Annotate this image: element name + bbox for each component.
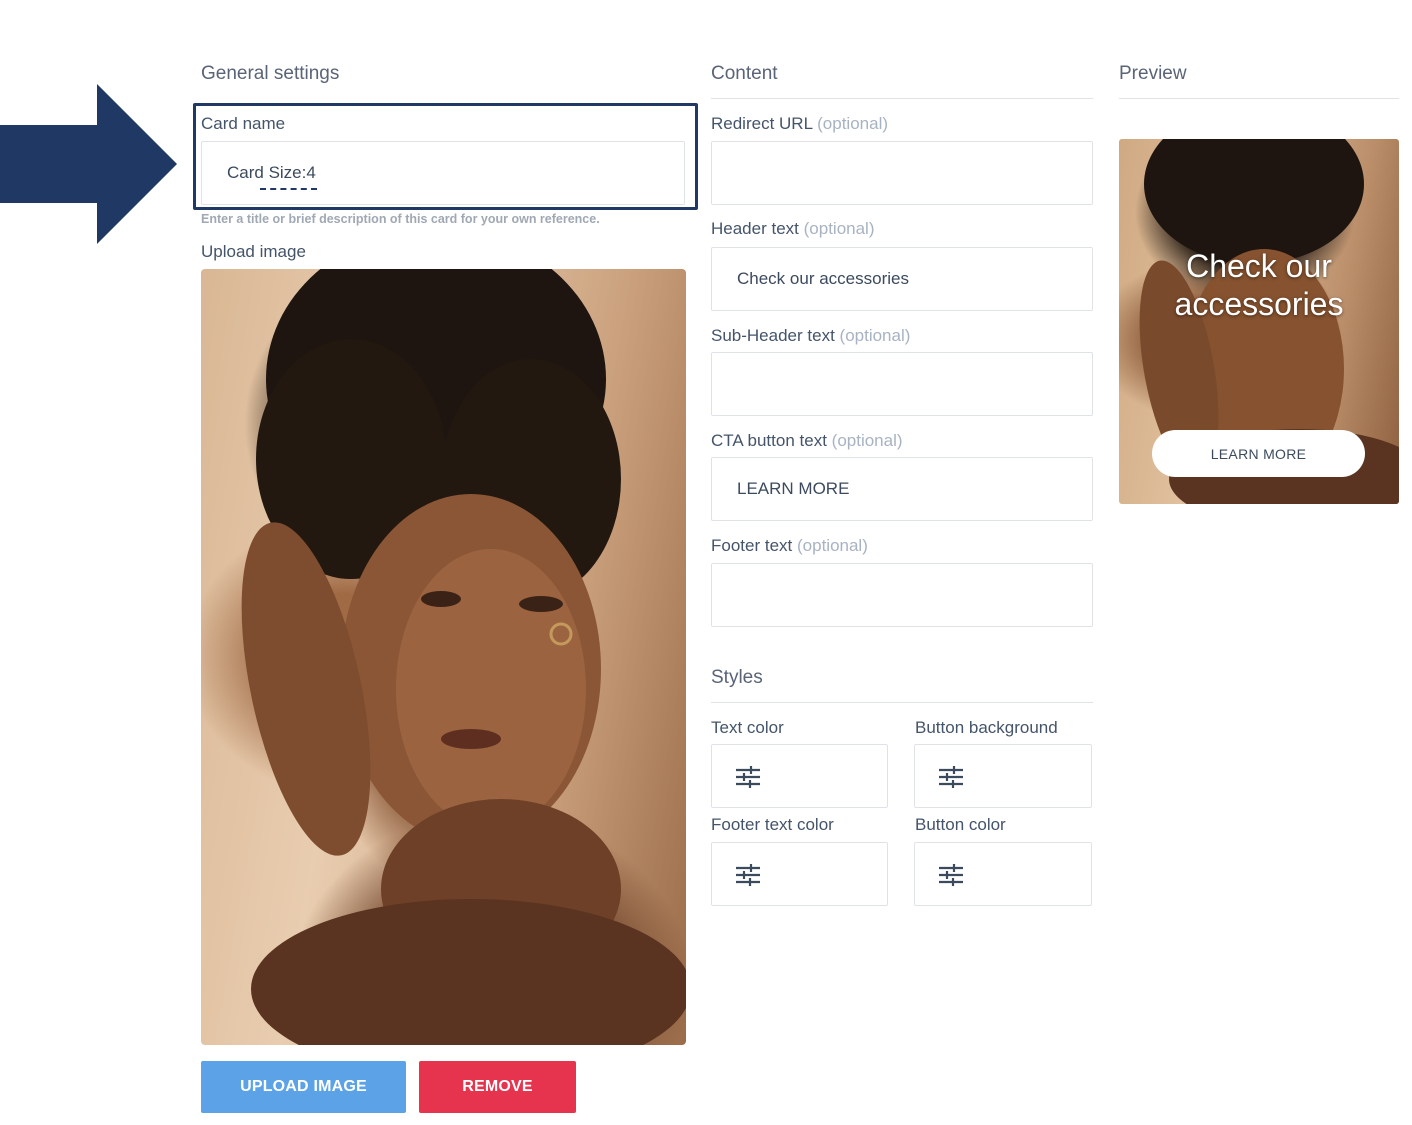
- portrait-illustration: [241, 269, 686, 1045]
- button-color-picker[interactable]: [914, 842, 1092, 906]
- header-text-input[interactable]: Check our accessories: [711, 247, 1093, 311]
- subheader-text-input[interactable]: [711, 352, 1093, 416]
- sliders-icon: [736, 766, 760, 788]
- content-divider: [711, 98, 1093, 99]
- footer-text-color-picker[interactable]: [711, 842, 888, 906]
- footer-text-label: Footer text (optional): [711, 536, 868, 555]
- upload-image-label: Upload image: [201, 242, 306, 261]
- button-background-picker[interactable]: [914, 744, 1092, 808]
- content-title: Content: [711, 63, 778, 84]
- styles-title: Styles: [711, 667, 763, 688]
- preview-divider: [1119, 98, 1399, 99]
- cta-text-value: LEARN MORE: [737, 479, 850, 498]
- subheader-text-label: Sub-Header text (optional): [711, 326, 911, 345]
- card-name-hint: Enter a title or brief description of th…: [201, 212, 600, 226]
- sliders-icon: [939, 766, 963, 788]
- header-text-value: Check our accessories: [737, 269, 909, 288]
- upload-image-button[interactable]: UPLOAD IMAGE: [201, 1061, 406, 1113]
- card-name-input[interactable]: Card Size:4: [201, 141, 685, 205]
- header-text-label: Header text (optional): [711, 219, 875, 238]
- sliders-icon: [939, 864, 963, 886]
- cta-text-input[interactable]: LEARN MORE: [711, 457, 1093, 521]
- preview-title: Preview: [1119, 63, 1187, 84]
- cta-text-label: CTA button text (optional): [711, 431, 903, 450]
- callout-arrow: [0, 84, 177, 244]
- general-settings-title: General settings: [201, 63, 340, 84]
- card-name-label: Card name: [201, 114, 286, 133]
- redirect-url-label: Redirect URL (optional): [711, 114, 889, 133]
- remove-image-button[interactable]: REMOVE: [419, 1061, 576, 1113]
- sliders-icon: [736, 864, 760, 886]
- footer-text-input[interactable]: [711, 563, 1093, 627]
- spellcheck-underline: [260, 188, 317, 190]
- uploaded-image: [201, 269, 686, 1045]
- button-color-label: Button color: [915, 815, 1006, 834]
- styles-divider: [711, 702, 1093, 703]
- redirect-url-input[interactable]: [711, 141, 1093, 205]
- text-color-label: Text color: [711, 718, 784, 737]
- preview-header-text: Check our accessories: [1174, 248, 1344, 322]
- footer-text-color-label: Footer text color: [711, 815, 834, 834]
- preview-card: Check our accessories LEARN MORE: [1119, 139, 1399, 504]
- button-background-label: Button background: [915, 718, 1058, 737]
- card-name-value: Card Size:4: [227, 163, 316, 182]
- text-color-picker[interactable]: [711, 744, 888, 808]
- preview-cta-button[interactable]: LEARN MORE: [1152, 430, 1365, 477]
